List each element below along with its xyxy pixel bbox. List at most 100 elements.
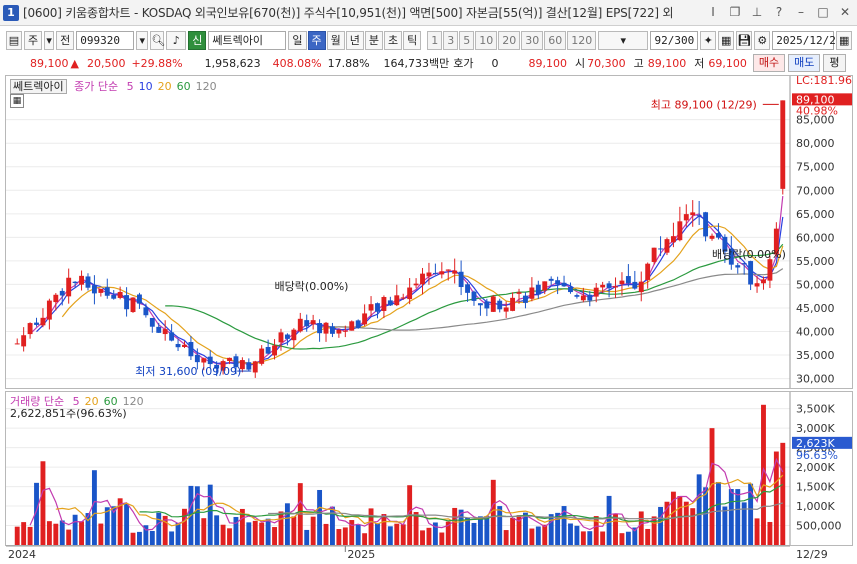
- candle: [387, 300, 393, 306]
- volume-bar: [98, 523, 104, 545]
- candle: [535, 284, 541, 295]
- candle: [175, 343, 181, 348]
- volume-bar: [252, 520, 258, 545]
- volume-bar: [510, 517, 516, 545]
- candle: [503, 307, 509, 312]
- candle: [188, 341, 194, 357]
- candle: [310, 320, 316, 325]
- volume-bar: [220, 524, 226, 545]
- volume-bar: [169, 531, 175, 545]
- candle: [375, 303, 380, 312]
- volume-bar: [420, 530, 425, 545]
- volume-bar: [201, 518, 207, 545]
- price-tick-label: 65,000: [796, 208, 835, 221]
- volume-bar: [182, 508, 187, 545]
- volume-bar: [53, 523, 59, 545]
- candle: [336, 329, 342, 334]
- volume-bar: [465, 517, 470, 545]
- volume-tick-label: 500,000: [796, 520, 842, 533]
- volume-bar: [748, 483, 754, 545]
- x-tick-label: 2025: [347, 548, 375, 561]
- candle: [426, 272, 432, 277]
- candle: [162, 329, 168, 335]
- candle: [574, 295, 580, 297]
- candle: [523, 295, 528, 303]
- candle: [625, 276, 631, 284]
- candle: [207, 356, 213, 365]
- candle: [85, 276, 91, 288]
- candle: [420, 273, 425, 285]
- candle: [593, 287, 599, 297]
- candle: [381, 297, 387, 311]
- candle: [124, 295, 130, 310]
- candle: [227, 357, 232, 361]
- volume-bar: [638, 511, 644, 545]
- price-pct-tag: 40.98%: [796, 104, 838, 117]
- low-annotation: 최저 31,600 (09/09): [135, 365, 241, 378]
- price-tick-label: 70,000: [796, 184, 835, 197]
- candle: [606, 283, 612, 289]
- candle: [259, 348, 265, 364]
- candle: [330, 326, 335, 334]
- candle: [252, 361, 258, 373]
- candle: [510, 297, 516, 311]
- price-tick-label: 50,000: [796, 278, 835, 291]
- price-tick-label: 30,000: [796, 373, 835, 386]
- candle: [297, 318, 303, 332]
- candle: [79, 275, 84, 285]
- volume-bar: [40, 461, 46, 545]
- candle: [568, 286, 573, 293]
- volume-bar: [439, 532, 445, 545]
- volume-bar: [310, 516, 316, 545]
- candle: [72, 281, 78, 284]
- candle: [130, 297, 136, 313]
- candle: [59, 290, 65, 296]
- volume-bar: [400, 524, 406, 545]
- volume-bar: [683, 501, 689, 545]
- volume-bar: [754, 518, 760, 545]
- candle: [91, 285, 97, 294]
- volume-bar: [355, 524, 361, 545]
- candle: [754, 283, 760, 287]
- volume-bar: [600, 531, 606, 545]
- candle: [445, 269, 451, 271]
- volume-bar: [651, 516, 657, 545]
- volume-bar: [677, 496, 683, 545]
- candle: [600, 284, 606, 288]
- price-tick-label: 45,000: [796, 302, 835, 315]
- candle: [735, 265, 741, 268]
- x-tick-label: 2024: [8, 548, 36, 561]
- candle: [651, 247, 657, 262]
- dividend-annotation: 배당락(0.00%): [712, 248, 786, 261]
- volume-bar: [175, 523, 181, 545]
- volume-bar: [529, 528, 535, 545]
- volume-bar: [156, 512, 162, 545]
- volume-bar: [21, 522, 27, 545]
- volume-bar: [362, 533, 368, 545]
- candle: [452, 270, 458, 274]
- volume-bar: [149, 530, 155, 545]
- candle: [529, 287, 535, 299]
- candle: [368, 304, 374, 311]
- lc-label: LC:181.96: [796, 74, 852, 87]
- price-tick-label: 60,000: [796, 231, 835, 244]
- candle: [477, 303, 483, 306]
- candle: [703, 212, 709, 237]
- candle: [394, 295, 400, 306]
- volume-bar: [259, 522, 265, 545]
- volume-bar: [375, 523, 380, 545]
- candle: [677, 221, 683, 241]
- candle: [317, 323, 323, 334]
- candle: [458, 271, 464, 288]
- volume-tick-label: 1,000K: [796, 500, 835, 513]
- volume-bar: [394, 523, 400, 545]
- volume-bar: [284, 503, 290, 545]
- price-tick-label: 80,000: [796, 137, 835, 150]
- candle: [696, 215, 702, 217]
- volume-bar: [368, 508, 374, 545]
- volume-bar: [291, 516, 297, 545]
- volume-bar: [471, 522, 477, 545]
- candle: [14, 343, 20, 345]
- candle: [645, 263, 651, 280]
- candle: [439, 271, 445, 275]
